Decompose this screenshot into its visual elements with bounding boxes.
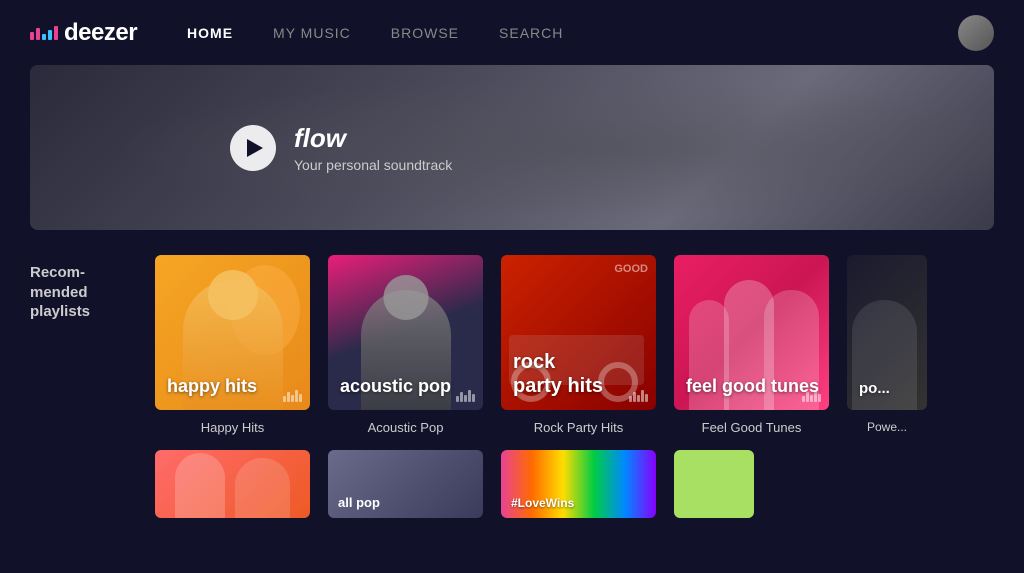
nav-link-home[interactable]: HOME xyxy=(187,25,233,41)
playlist-cover-rock-party-hits: GOOD rockparty hits xyxy=(501,255,656,410)
nav-link-browse[interactable]: BROWSE xyxy=(391,25,459,41)
bottom-item-2[interactable]: all pop xyxy=(328,450,483,518)
cover-bars-icon xyxy=(283,390,302,402)
section-label: Recom-mendedplaylists xyxy=(30,255,125,322)
bottom-item-4[interactable] xyxy=(674,450,754,518)
playlist-item-rock-party-hits[interactable]: GOOD rockparty hits Rock Party Hits xyxy=(501,255,656,435)
playlists-row: happy hits Happy Hits xyxy=(155,255,927,435)
cover-label-power: po... xyxy=(859,380,890,398)
logo-bars-icon xyxy=(30,26,58,40)
logo[interactable]: deezer xyxy=(30,19,137,47)
hero-content: flow Your personal soundtrack xyxy=(30,123,452,173)
recommended-section: Recom-mendedplaylists happy hits xyxy=(0,230,1024,450)
avatar[interactable] xyxy=(958,15,994,51)
nav-link-search[interactable]: SEARCH xyxy=(499,25,563,41)
cover-bars-icon-acoustic xyxy=(456,390,475,402)
bottom-row: all pop #LoveWins xyxy=(155,450,754,518)
playlist-item-feel-good-tunes[interactable]: feel good tunes Feel Good Tunes xyxy=(674,255,829,435)
cover-label-acoustic-pop: acoustic pop xyxy=(340,376,451,398)
hero-subtitle: Your personal soundtrack xyxy=(294,157,452,173)
playlist-name-rock-party-hits: Rock Party Hits xyxy=(534,420,624,435)
playlist-item-happy-hits[interactable]: happy hits Happy Hits xyxy=(155,255,310,435)
logo-text: deezer xyxy=(64,19,137,47)
playlist-cover-acoustic-pop: acoustic pop xyxy=(328,255,483,410)
playlist-cover-power: po... xyxy=(847,255,927,410)
playlist-name-feel-good-tunes: Feel Good Tunes xyxy=(702,420,802,435)
bottom-section: ... all pop #LoveWins xyxy=(0,450,1024,518)
nav-link-my-music[interactable]: MY MUSIC xyxy=(273,25,351,41)
navigation: deezer HOME MY MUSIC BROWSE SEARCH xyxy=(0,0,1024,65)
hero-title: flow xyxy=(294,123,452,154)
cover-label-feel-good-tunes: feel good tunes xyxy=(686,376,819,398)
playlist-name-power: Powe... xyxy=(867,420,907,434)
hero-banner: flow Your personal soundtrack xyxy=(30,65,994,230)
bottom-item-1[interactable] xyxy=(155,450,310,518)
nav-links: HOME MY MUSIC BROWSE SEARCH xyxy=(187,25,958,41)
cover-label-happy-hits: happy hits xyxy=(167,376,257,398)
playlist-name-happy-hits: Happy Hits xyxy=(201,420,265,435)
flow-play-button[interactable] xyxy=(230,125,276,171)
playlist-name-acoustic-pop: Acoustic Pop xyxy=(368,420,444,435)
cover-label-rock-party-hits: rockparty hits xyxy=(513,350,603,398)
bottom-item-3-label: #LoveWins xyxy=(511,496,574,510)
playlist-item-power[interactable]: po... Powe... xyxy=(847,255,927,435)
cover-bars-icon-rock xyxy=(629,390,648,402)
hero-text: flow Your personal soundtrack xyxy=(294,123,452,173)
bottom-item-2-label: all pop xyxy=(338,495,380,510)
playlist-cover-feel-good-tunes: feel good tunes xyxy=(674,255,829,410)
section-inner: Recom-mendedplaylists happy hits xyxy=(30,255,994,435)
play-icon xyxy=(247,139,263,157)
playlist-item-acoustic-pop[interactable]: acoustic pop Acoustic Pop xyxy=(328,255,483,435)
playlist-cover-happy-hits: happy hits xyxy=(155,255,310,410)
bottom-item-3[interactable]: #LoveWins xyxy=(501,450,656,518)
